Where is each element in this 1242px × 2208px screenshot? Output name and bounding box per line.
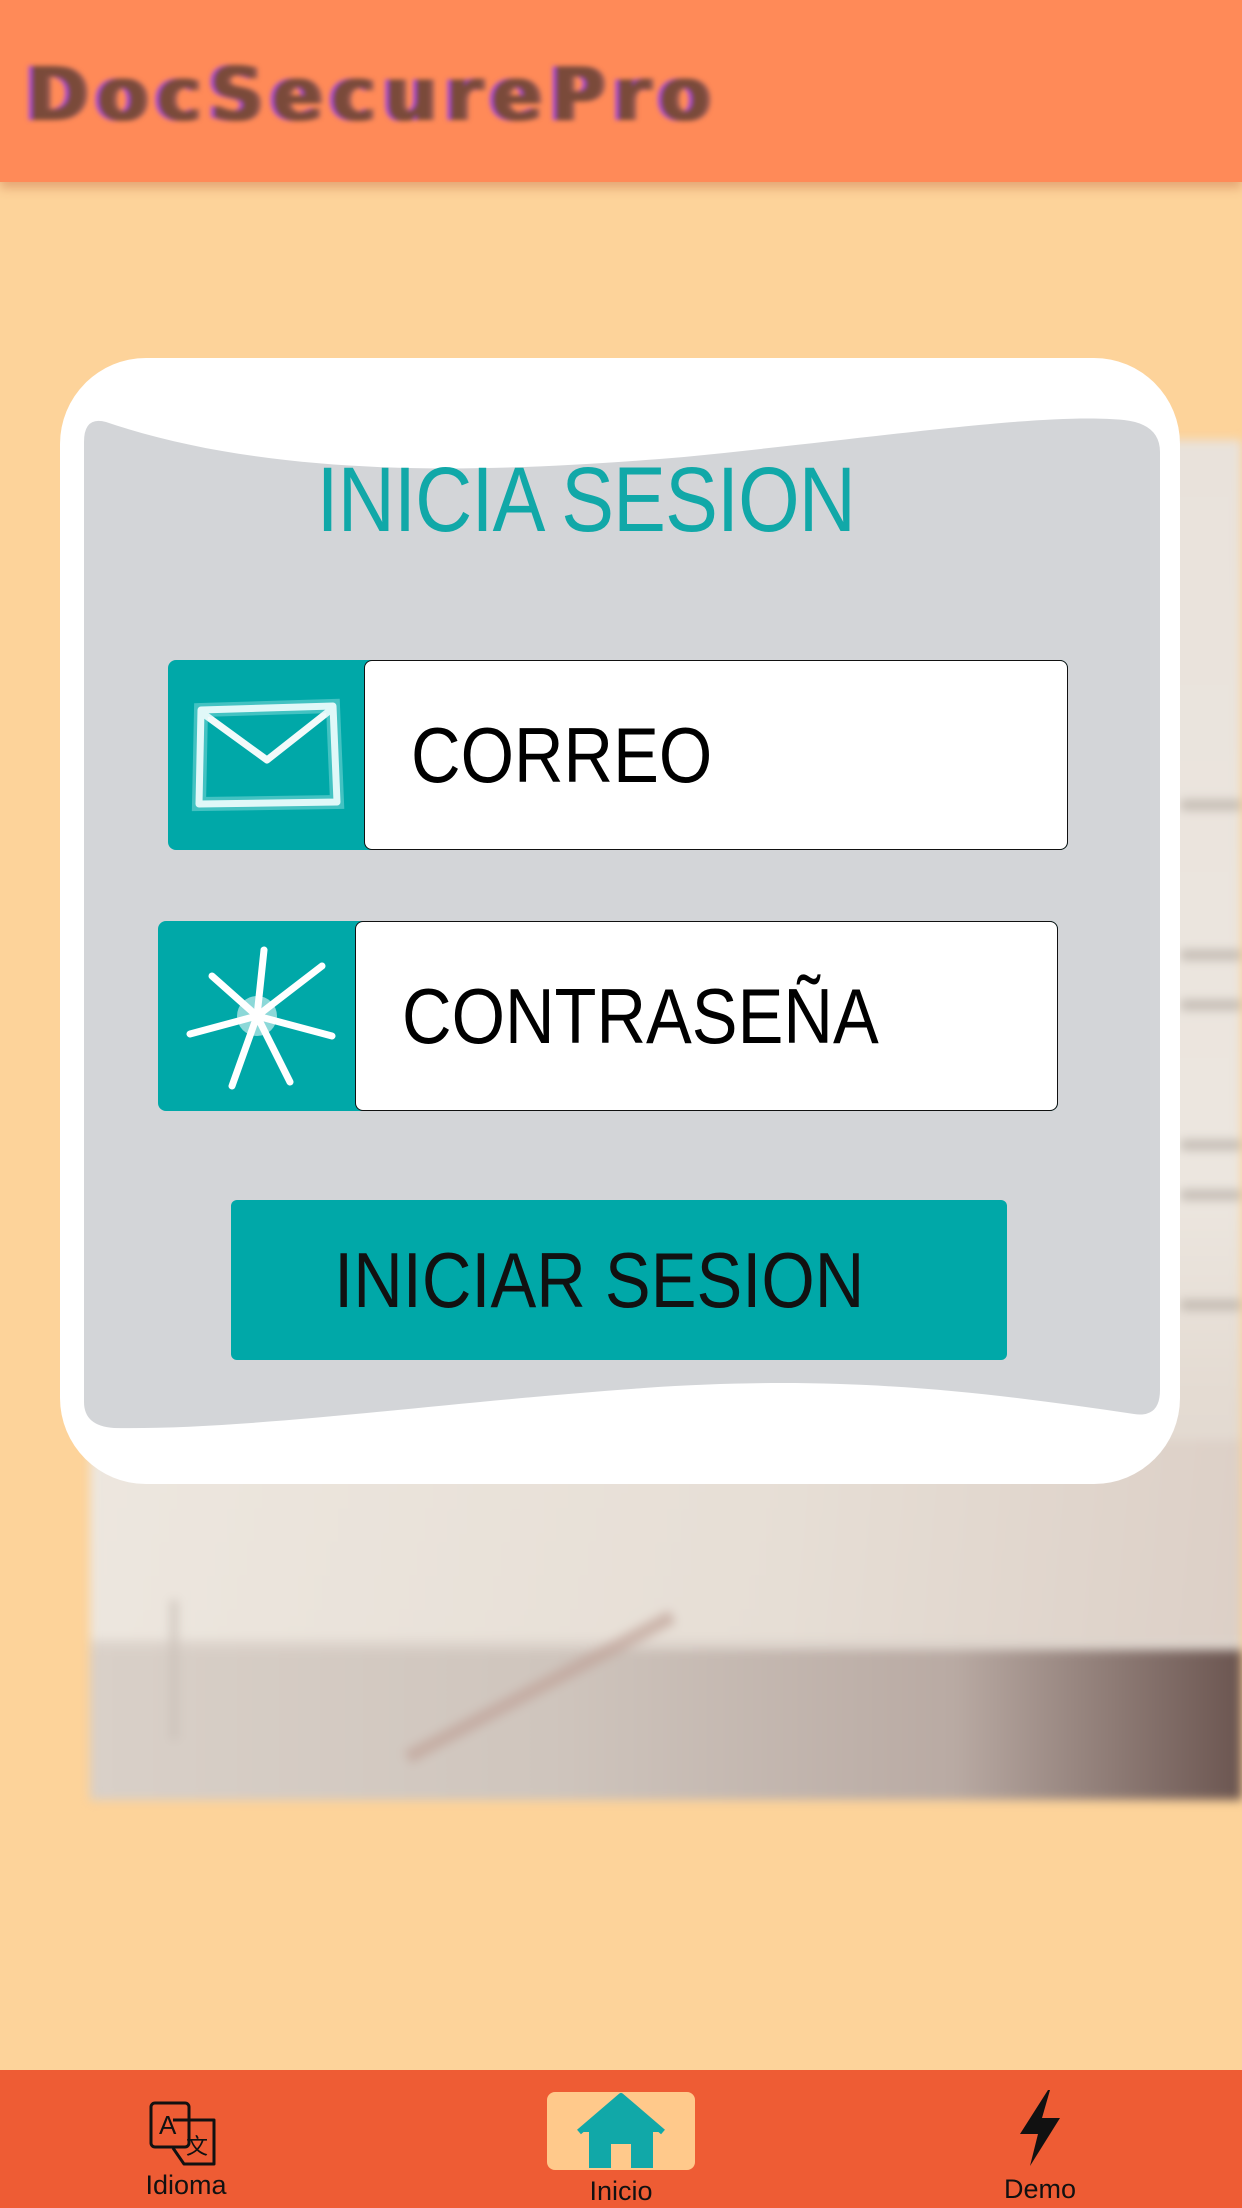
login-button[interactable]: INICIAR SESION xyxy=(231,1200,1007,1360)
login-button-label: INICIAR SESION xyxy=(333,1235,865,1324)
password-field[interactable]: CONTRASEÑA xyxy=(158,921,1058,1111)
email-field[interactable]: CORREO xyxy=(168,660,1068,850)
svg-text:A: A xyxy=(159,2110,177,2140)
password-input[interactable]: CONTRASEÑA xyxy=(355,921,1058,1111)
nav-label-idioma: Idioma xyxy=(145,2170,227,2200)
nav-label-inicio: Inicio xyxy=(589,2176,653,2206)
app-logo: DocSecurePro xyxy=(26,52,719,138)
svg-text:文: 文 xyxy=(186,2135,208,2160)
asterisk-icon xyxy=(158,921,356,1111)
nav-item-inicio[interactable]: Inicio xyxy=(547,2070,695,2208)
email-input[interactable]: CORREO xyxy=(364,660,1068,850)
nav-label-demo: Demo xyxy=(1003,2174,1077,2204)
translate-icon: A 文 xyxy=(149,2101,216,2166)
nav-item-demo[interactable]: Demo xyxy=(990,2070,1090,2208)
email-placeholder: CORREO xyxy=(411,710,713,799)
nav-item-idioma[interactable]: A 文 Idioma xyxy=(136,2070,236,2208)
password-placeholder: CONTRASEÑA xyxy=(402,971,879,1060)
envelope-icon xyxy=(168,660,366,850)
bottom-nav: A 文 Idioma Inicio Demo xyxy=(0,2070,1242,2208)
home-icon xyxy=(577,2093,665,2168)
login-heading: INICIA SESION xyxy=(316,449,856,551)
app-header: DocSecurePro xyxy=(0,0,1242,182)
lightning-icon xyxy=(1020,2090,1060,2166)
